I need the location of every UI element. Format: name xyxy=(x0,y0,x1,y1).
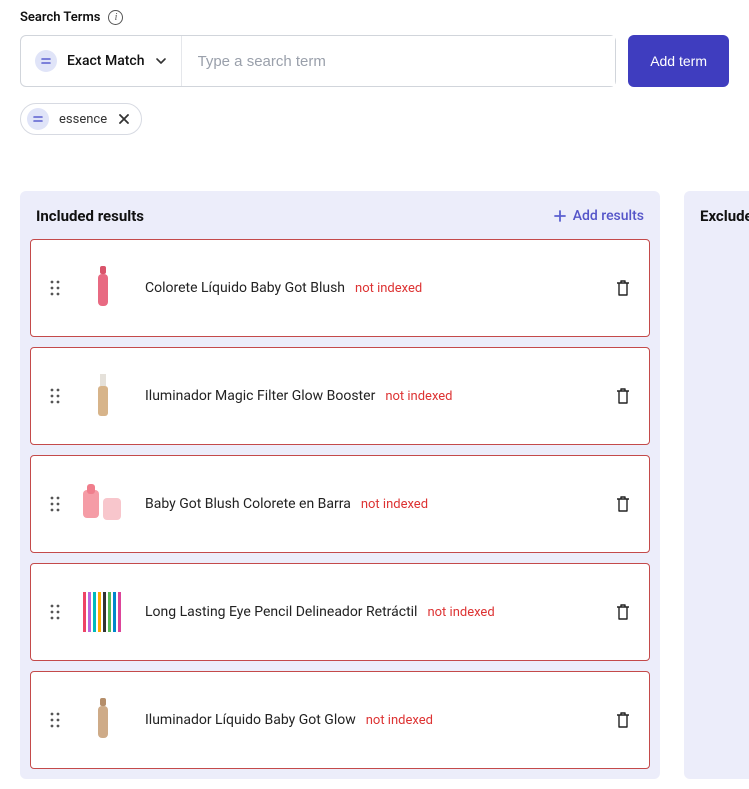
info-icon[interactable]: i xyxy=(108,10,123,25)
match-mode-select[interactable]: Exact Match xyxy=(21,36,182,86)
drag-handle-icon[interactable] xyxy=(49,711,61,729)
add-term-button[interactable]: Add term xyxy=(628,35,729,87)
product-thumbnail xyxy=(79,264,127,312)
status-badge: not indexed xyxy=(427,605,494,620)
result-card: Iluminador Magic Filter Glow Booster not … xyxy=(30,347,650,445)
status-badge: not indexed xyxy=(366,713,433,728)
result-card: Long Lasting Eye Pencil Delineador Retrá… xyxy=(30,563,650,661)
drag-handle-icon[interactable] xyxy=(49,387,61,405)
drag-handle-icon[interactable] xyxy=(49,279,61,297)
product-thumbnail xyxy=(79,696,127,744)
add-results-label: Add results xyxy=(573,208,644,224)
plus-icon xyxy=(553,209,567,223)
trash-icon[interactable] xyxy=(615,603,631,621)
result-card: Iluminador Líquido Baby Got Glow not inde… xyxy=(30,671,650,769)
close-icon[interactable] xyxy=(117,112,131,126)
chevron-down-icon xyxy=(155,55,167,67)
status-badge: not indexed xyxy=(385,389,452,404)
equals-icon xyxy=(27,108,49,130)
chip-text: essence xyxy=(59,112,107,127)
status-badge: not indexed xyxy=(355,281,422,296)
product-thumbnail xyxy=(79,588,127,636)
product-thumbnail xyxy=(79,480,127,528)
search-chips: essence xyxy=(20,103,729,135)
trash-icon[interactable] xyxy=(615,495,631,513)
drag-handle-icon[interactable] xyxy=(49,495,61,513)
included-results-panel: Included results Add results Colorete Lí… xyxy=(20,191,660,779)
drag-handle-icon[interactable] xyxy=(49,603,61,621)
search-input[interactable] xyxy=(182,36,616,86)
trash-icon[interactable] xyxy=(615,279,631,297)
result-name: Colorete Líquido Baby Got Blush xyxy=(145,280,345,296)
excluded-results-panel: Excluded xyxy=(684,191,749,779)
result-card: Colorete Líquido Baby Got Blush not index… xyxy=(30,239,650,337)
search-terms-label: Search Terms xyxy=(20,10,100,25)
excluded-title: Excluded xyxy=(700,207,749,225)
search-term-chip: essence xyxy=(20,103,142,135)
result-name: Baby Got Blush Colorete en Barra xyxy=(145,496,351,512)
equals-icon xyxy=(35,50,57,72)
result-name: Iluminador Magic Filter Glow Booster xyxy=(145,388,375,404)
add-results-button[interactable]: Add results xyxy=(553,208,644,224)
trash-icon[interactable] xyxy=(615,711,631,729)
included-title: Included results xyxy=(36,207,144,225)
search-box: Exact Match xyxy=(20,35,616,87)
product-thumbnail xyxy=(79,372,127,420)
trash-icon[interactable] xyxy=(615,387,631,405)
status-badge: not indexed xyxy=(361,497,428,512)
match-mode-label: Exact Match xyxy=(67,53,145,69)
result-name: Long Lasting Eye Pencil Delineador Retrá… xyxy=(145,604,417,620)
result-card: Baby Got Blush Colorete en Barra not inde… xyxy=(30,455,650,553)
result-name: Iluminador Líquido Baby Got Glow xyxy=(145,712,356,728)
